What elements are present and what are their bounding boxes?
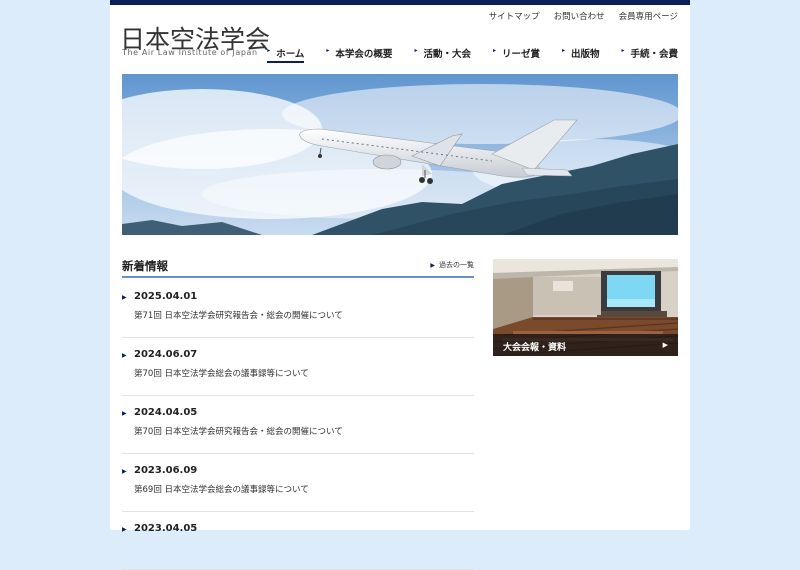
- news-date: 2025.04.01: [134, 291, 198, 302]
- nav-bullet-icon: ▸: [492, 47, 496, 54]
- news-date: 2023.04.05: [134, 523, 198, 534]
- conference-report-banner[interactable]: 大会会報・資料 ▶: [493, 259, 678, 356]
- news-list: ▶ 2025.04.01 第71回 日本空法学会研究報告会・総会の開催について …: [122, 280, 474, 570]
- news-item[interactable]: ▶ 2023.04.05: [122, 512, 474, 570]
- page: 日本空法学会 The Air Law Institute of Japan サイ…: [110, 0, 690, 570]
- nav-item-home[interactable]: ▸ ホーム: [267, 46, 305, 63]
- global-nav: ▸ ホーム ▸ 本学会の概要 ▸ 活動・大会 ▸ リーゼ賞 ▸ 出版物 ▸ 手続…: [267, 46, 678, 63]
- news-text: 第70回 日本空法学会総会の議事録等について: [134, 369, 309, 379]
- news-item[interactable]: ▶ 2024.04.05 第70回 日本空法学会研究報告会・総会の開催について: [122, 396, 474, 454]
- top-accent-bar: [110, 0, 690, 5]
- nav-label: リーゼ賞: [501, 49, 540, 60]
- hero-image-airplane: [122, 74, 678, 235]
- news-item[interactable]: ▶ 2024.06.07 第70回 日本空法学会総会の議事録等について: [122, 338, 474, 396]
- news-text: 第70回 日本空法学会研究報告会・総会の開催について: [134, 427, 343, 437]
- past-news-label: 過去の一覧: [439, 261, 474, 269]
- arrow-right-icon: ▶: [122, 410, 127, 417]
- nav-item-about[interactable]: ▸ 本学会の概要: [326, 46, 392, 60]
- banner-label: 大会会報・資料: [503, 343, 567, 353]
- banner-caption: 大会会報・資料 ▶: [493, 334, 678, 356]
- nav-item-publications[interactable]: ▸ 出版物: [562, 46, 600, 60]
- news-heading: 新着情報: [122, 259, 168, 273]
- news-item[interactable]: ▶ 2025.04.01 第71回 日本空法学会研究報告会・総会の開催について: [122, 280, 474, 338]
- news-item[interactable]: ▶ 2023.06.09 第69回 日本空法学会総会の議事録等について: [122, 454, 474, 512]
- news-text: 第71回 日本空法学会研究報告会・総会の開催について: [134, 311, 343, 321]
- util-link-sitemap[interactable]: サイトマップ: [489, 10, 540, 22]
- nav-item-membership[interactable]: ▸ 手続・会費: [621, 46, 678, 60]
- news-text: 第69回 日本空法学会総会の議事録等について: [134, 485, 309, 495]
- util-link-members[interactable]: 会員専用ページ: [619, 10, 678, 22]
- nav-label: 出版物: [570, 49, 600, 60]
- site-logo-subtitle: The Air Law Institute of Japan: [122, 48, 258, 57]
- past-news-link[interactable]: ▶ 過去の一覧: [430, 260, 474, 270]
- news-date: 2023.06.09: [134, 465, 198, 476]
- utility-nav: サイトマップ お問い合わせ 会員専用ページ: [489, 10, 678, 22]
- nav-bullet-icon: ▸: [621, 47, 625, 54]
- nav-label: 活動・大会: [423, 49, 471, 60]
- nav-label: ホーム: [276, 49, 305, 60]
- nav-label: 本学会の概要: [335, 49, 393, 60]
- arrow-right-icon: ▶: [430, 262, 435, 269]
- nav-label: 手続・会費: [630, 49, 678, 60]
- arrow-right-icon: ▶: [122, 468, 127, 475]
- arrow-right-icon: ▶: [122, 294, 127, 301]
- arrow-right-icon: ▶: [662, 341, 668, 349]
- nav-item-riese-award[interactable]: ▸ リーゼ賞: [493, 46, 540, 60]
- news-date: 2024.06.07: [134, 349, 198, 360]
- nav-bullet-icon: ▸: [267, 47, 271, 54]
- news-date: 2024.04.05: [134, 407, 198, 418]
- arrow-right-icon: ▶: [122, 352, 127, 359]
- nav-bullet-icon: ▸: [561, 47, 565, 54]
- nav-item-activities[interactable]: ▸ 活動・大会: [414, 46, 471, 60]
- nav-bullet-icon: ▸: [326, 47, 330, 54]
- news-header: 新着情報 ▶ 過去の一覧: [122, 256, 474, 278]
- nav-bullet-icon: ▸: [414, 47, 418, 54]
- util-link-contact[interactable]: お問い合わせ: [554, 10, 605, 22]
